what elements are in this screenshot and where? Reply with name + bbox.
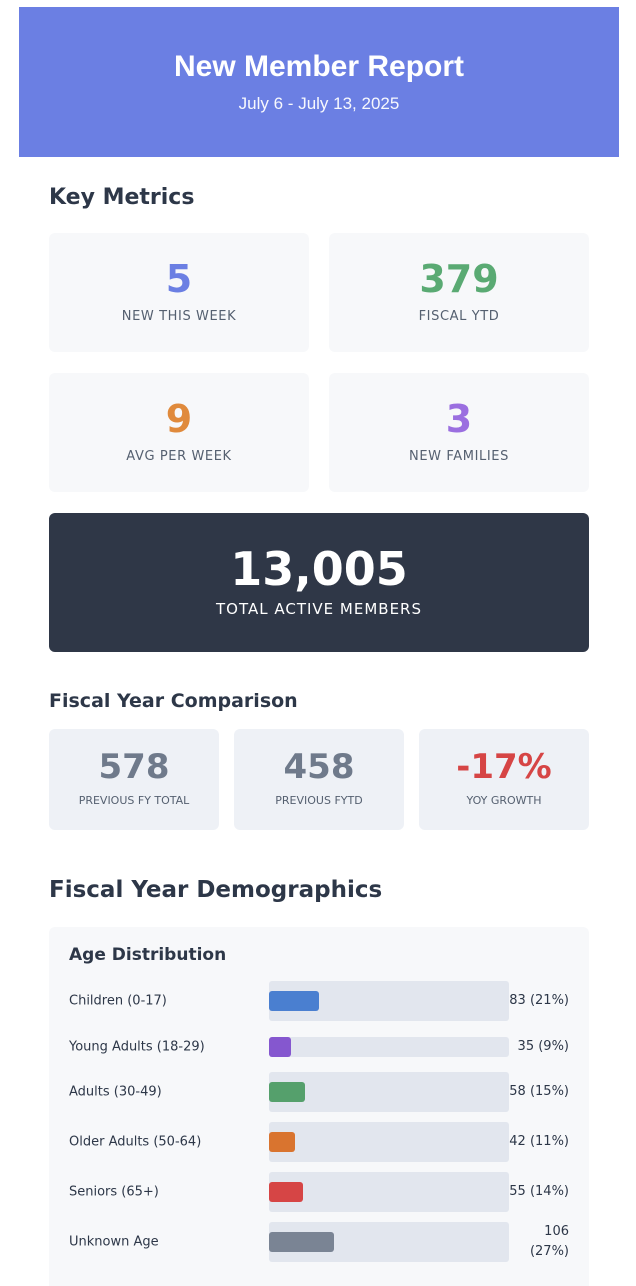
fy-label: PREVIOUS FY TOTAL — [78, 794, 190, 807]
age-bar-fill — [269, 1082, 305, 1102]
total-active-members-card: 13,005 TOTAL ACTIVE MEMBERS — [49, 513, 589, 652]
age-bar-fill — [269, 1037, 291, 1057]
age-bar-track — [269, 1172, 509, 1212]
age-row-unknown: Unknown Age 106 (27%) — [49, 1222, 589, 1262]
age-distribution-panel: Age Distribution Children (0-17) 83 (21%… — [49, 927, 589, 1286]
fy-value: -17% — [456, 747, 552, 787]
age-row-value: 58 (15%) — [509, 1084, 569, 1099]
age-row-label: Seniors (65+) — [69, 1184, 159, 1200]
total-members-value: 13,005 — [230, 542, 408, 596]
metric-card-new-families: 3 NEW FAMILIES — [329, 373, 589, 492]
age-bar-track — [269, 1037, 509, 1057]
key-metrics-heading: Key Metrics — [49, 185, 195, 210]
metric-value: 5 — [165, 257, 193, 301]
age-bar-fill — [269, 991, 319, 1011]
age-row-value: 42 (11%) — [509, 1134, 569, 1149]
metric-value: 3 — [445, 397, 473, 441]
age-row-label: Older Adults (50-64) — [69, 1134, 202, 1150]
age-bar-track — [269, 1122, 509, 1162]
metric-label: FISCAL YTD — [418, 309, 500, 324]
fy-value: 578 — [98, 747, 170, 787]
age-row-value: 83 (21%) — [509, 993, 569, 1008]
age-bar-fill — [269, 1182, 303, 1202]
metric-value: 379 — [419, 257, 499, 301]
age-row-adults: Adults (30-49) 58 (15%) — [49, 1072, 589, 1112]
metric-label: NEW THIS WEEK — [121, 309, 237, 324]
age-row-value: 35 (9%) — [517, 1039, 569, 1054]
age-row-value: 106 (27%) — [529, 1224, 569, 1259]
fy-label: PREVIOUS FYTD — [275, 794, 363, 807]
age-row-label: Unknown Age — [69, 1234, 159, 1250]
age-bar-fill — [269, 1232, 334, 1252]
age-bar-track — [269, 1222, 509, 1262]
age-row-label: Adults (30-49) — [69, 1084, 162, 1100]
report-header: New Member Report July 6 - July 13, 2025 — [19, 7, 619, 157]
report-date-range: July 6 - July 13, 2025 — [238, 94, 400, 113]
fy-card-yoy-growth: -17% YOY GROWTH — [419, 729, 589, 830]
demographics-heading: Fiscal Year Demographics — [49, 877, 383, 903]
age-bar-track — [269, 1072, 509, 1112]
fiscal-year-comparison-heading: Fiscal Year Comparison — [49, 690, 298, 712]
age-row-children: Children (0-17) 83 (21%) — [49, 981, 589, 1021]
metric-label: AVG PER WEEK — [126, 449, 232, 464]
fy-card-previous-fy-total: 578 PREVIOUS FY TOTAL — [49, 729, 219, 830]
age-bar-track — [269, 981, 509, 1021]
metric-card-fiscal-ytd: 379 FISCAL YTD — [329, 233, 589, 352]
metric-card-avg-per-week: 9 AVG PER WEEK — [49, 373, 309, 492]
age-distribution-title: Age Distribution — [69, 945, 227, 965]
age-bar-fill — [269, 1132, 295, 1152]
fy-value: 458 — [283, 747, 355, 787]
report-title: New Member Report — [173, 50, 465, 83]
age-row-seniors: Seniors (65+) 55 (14%) — [49, 1172, 589, 1212]
metric-value: 9 — [165, 397, 193, 441]
age-row-older-adults: Older Adults (50-64) 42 (11%) — [49, 1122, 589, 1162]
metric-label: NEW FAMILIES — [409, 449, 509, 464]
age-row-label: Young Adults (18-29) — [69, 1039, 205, 1055]
total-members-label: TOTAL ACTIVE MEMBERS — [216, 600, 422, 618]
age-row-young-adults: Young Adults (18-29) 35 (9%) — [49, 1027, 589, 1067]
metric-card-new-this-week: 5 NEW THIS WEEK — [49, 233, 309, 352]
fy-label: YOY GROWTH — [466, 794, 542, 807]
fy-card-previous-fytd: 458 PREVIOUS FYTD — [234, 729, 404, 830]
age-row-label: Children (0-17) — [69, 993, 167, 1009]
age-row-value: 55 (14%) — [509, 1184, 569, 1199]
